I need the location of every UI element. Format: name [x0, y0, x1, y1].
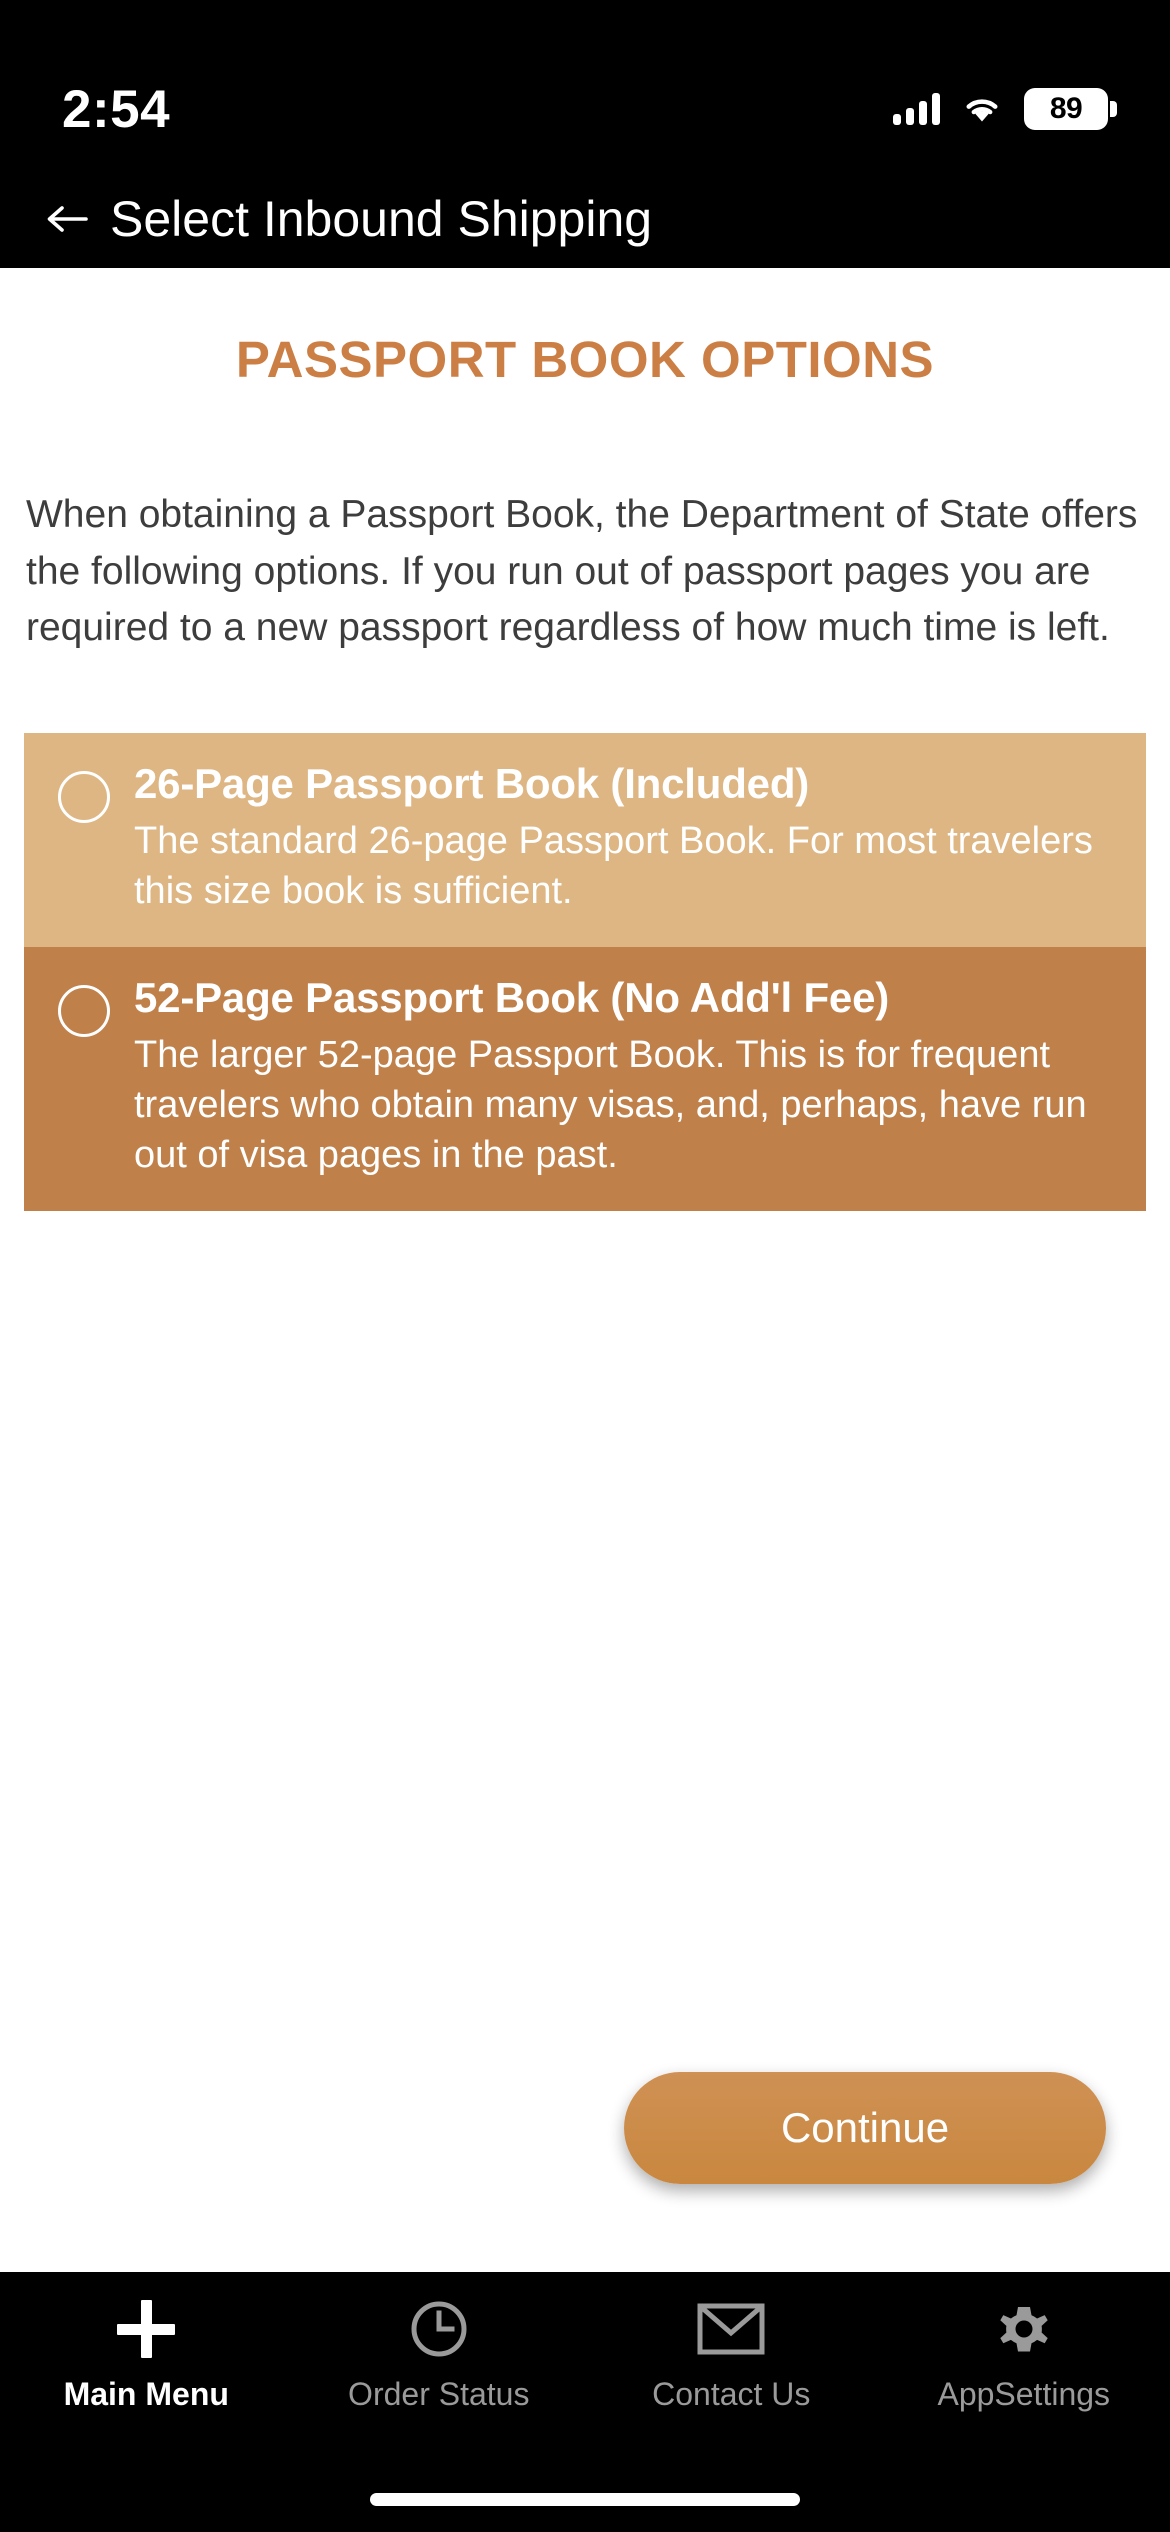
radio-button-26-page[interactable]: [58, 770, 110, 823]
tab-contact-us[interactable]: Contact Us: [585, 2298, 878, 2468]
tab-main-menu[interactable]: Main Menu: [0, 2298, 293, 2468]
tab-list: Main Menu Order Status Contact Us AppSet…: [0, 2272, 1170, 2468]
battery-icon: 89: [1024, 88, 1117, 130]
clock-icon: [409, 2298, 469, 2360]
option-52-page-title: 52-Page Passport Book (No Add'l Fee): [134, 973, 890, 1021]
tab-main-menu-label: Main Menu: [63, 2376, 229, 2412]
tab-app-settings[interactable]: AppSettings: [878, 2298, 1170, 2468]
gear-icon: [993, 2298, 1055, 2360]
bottom-tab-bar: Main Menu Order Status Contact Us AppSet…: [0, 2272, 1170, 2532]
option-26-page-description: The standard 26-page Passport Book. For …: [134, 820, 1093, 913]
tab-app-settings-label: AppSettings: [937, 2376, 1111, 2412]
cellular-signal-icon: [893, 93, 940, 125]
home-indicator[interactable]: [370, 2493, 800, 2506]
arrow-left-icon: [47, 206, 88, 232]
plus-icon: [117, 2298, 176, 2360]
passport-book-options-list: 26-Page Passport Book (Included) The sta…: [0, 732, 1170, 1211]
envelope-icon: [697, 2298, 765, 2360]
nav-bar: Select Inbound Shipping: [0, 170, 1170, 268]
tab-order-status[interactable]: Order Status: [293, 2298, 586, 2468]
tab-order-status-label: Order Status: [348, 2376, 530, 2412]
main-content: PASSPORT BOOK OPTIONS When obtaining a P…: [0, 268, 1170, 2272]
phone-screen: 2:54 89 Select Inbound Shipping PASSPORT…: [0, 0, 1170, 2532]
nav-bar-title: Select Inbound Shipping: [110, 191, 653, 247]
continue-button-row: Continue: [0, 2072, 1170, 2184]
option-52-page[interactable]: 52-Page Passport Book (No Add'l Fee) The…: [24, 946, 1146, 1211]
tab-contact-us-label: Contact Us: [652, 2376, 811, 2412]
status-bar-time: 2:54: [62, 79, 171, 139]
option-52-page-body: 52-Page Passport Book (No Add'l Fee) The…: [134, 973, 1112, 1181]
option-26-page[interactable]: 26-Page Passport Book (Included) The sta…: [24, 732, 1146, 947]
back-button[interactable]: [44, 196, 90, 242]
battery-percent-label: 89: [1049, 92, 1083, 125]
option-26-page-body: 26-Page Passport Book (Included) The sta…: [134, 759, 1112, 917]
intro-paragraph: When obtaining a Passport Book, the Depa…: [26, 493, 1138, 650]
page-title: PASSPORT BOOK OPTIONS: [235, 331, 935, 388]
wifi-icon: [966, 99, 998, 122]
status-bar: 2:54 89: [0, 0, 1170, 170]
continue-button[interactable]: Continue: [624, 2072, 1106, 2184]
option-26-page-title: 26-Page Passport Book (Included): [134, 759, 810, 807]
status-bar-indicators: 89: [893, 88, 1117, 130]
option-52-page-description: The larger 52-page Passport Book. This i…: [134, 1034, 1087, 1177]
radio-button-52-page[interactable]: [58, 984, 110, 1037]
